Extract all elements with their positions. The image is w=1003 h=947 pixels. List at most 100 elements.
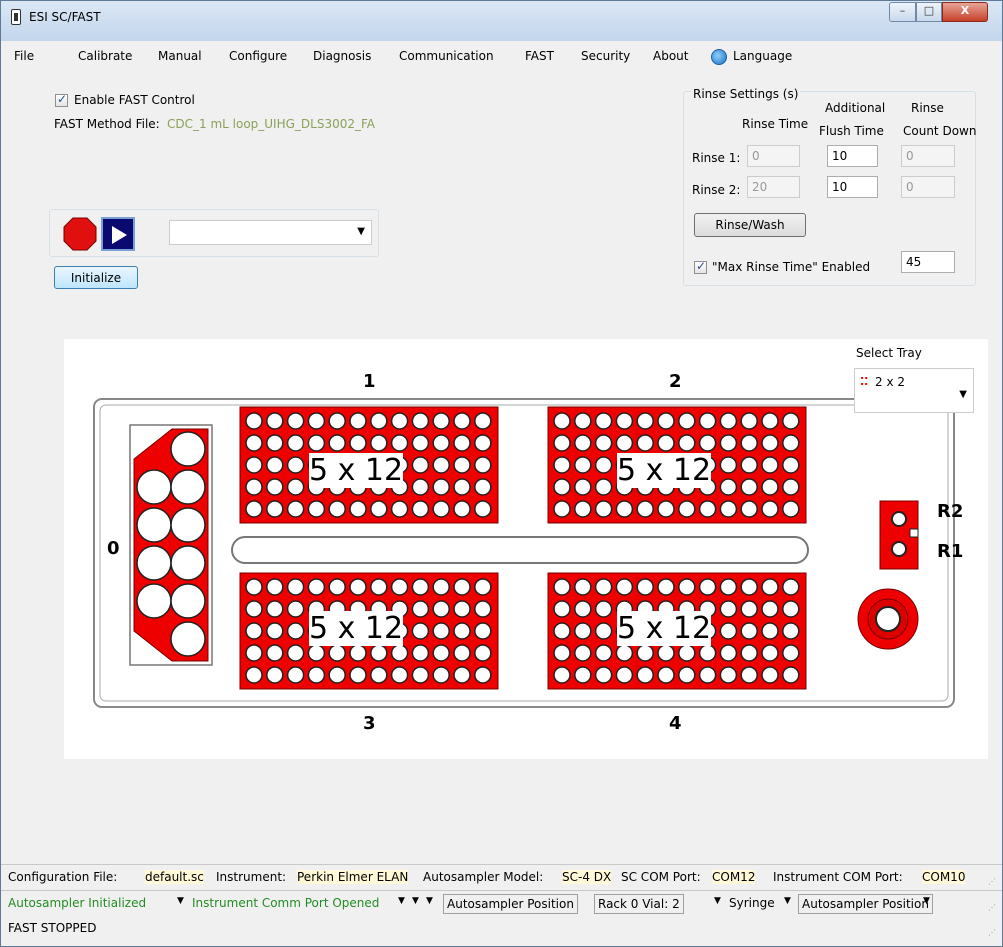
- vial: [432, 478, 450, 496]
- r2-label: R2: [937, 501, 964, 522]
- rack-2-size: 5 x 12: [617, 453, 712, 488]
- vial: [266, 644, 284, 662]
- initialize-button[interactable]: Initialize: [54, 266, 138, 289]
- vial: [636, 578, 654, 596]
- vial: [636, 434, 654, 452]
- vial: [453, 578, 471, 596]
- vial: [761, 500, 779, 518]
- vial: [474, 578, 492, 596]
- menu-configure[interactable]: Configure: [229, 49, 287, 63]
- menu-manual[interactable]: Manual: [158, 49, 202, 63]
- vial: [266, 622, 284, 640]
- vial: [266, 578, 284, 596]
- vial: [411, 456, 430, 474]
- tray-select[interactable]: ⁚⁚ 2 x 2 ▼: [854, 368, 974, 413]
- stop-icon[interactable]: [63, 217, 97, 251]
- rinse2-time-field[interactable]: 20: [747, 176, 800, 198]
- max-rinse-checkbox[interactable]: [694, 259, 707, 274]
- menu-language[interactable]: Language: [733, 49, 792, 63]
- enable-fast-label: Enable FAST Control: [74, 93, 195, 107]
- vial: [615, 666, 634, 684]
- rinse1-time-field[interactable]: 0: [747, 145, 800, 167]
- vial: [245, 434, 263, 452]
- vial: [453, 622, 471, 640]
- model-value: SC-4 DX: [562, 870, 612, 884]
- dropdown-arrow-icon[interactable]: ▼: [714, 896, 721, 906]
- vial: [594, 500, 613, 518]
- vial: [432, 578, 450, 596]
- vial: [761, 456, 779, 474]
- dropdown-arrow-icon[interactable]: ▼: [398, 896, 405, 906]
- vial: [307, 578, 326, 596]
- minimize-button[interactable]: –: [889, 2, 916, 22]
- dropdown-arrow-icon[interactable]: ▼: [923, 896, 930, 906]
- menu-communication[interactable]: Communication: [399, 49, 494, 63]
- vial: [761, 600, 779, 618]
- vial: [349, 666, 367, 684]
- play-icon[interactable]: [101, 217, 135, 251]
- vial: [411, 600, 430, 618]
- vial: [474, 666, 492, 684]
- vial: [574, 412, 592, 430]
- vial: [245, 666, 263, 684]
- vial: [719, 666, 738, 684]
- vial: [574, 666, 592, 684]
- vial: [678, 434, 696, 452]
- vial: [432, 500, 450, 518]
- rack-3-label: 3: [363, 713, 376, 734]
- vial: [432, 412, 450, 430]
- rinse2-flush-field[interactable]: 10: [827, 176, 878, 198]
- vial: [698, 644, 717, 662]
- menu-calibrate[interactable]: Calibrate: [78, 49, 132, 63]
- vial: [594, 600, 613, 618]
- rack-0-vial: [136, 469, 172, 505]
- instr-port-value: COM10: [922, 870, 966, 884]
- menu-security[interactable]: Security: [581, 49, 630, 63]
- rack-0-vial: [170, 507, 206, 543]
- vial: [719, 434, 738, 452]
- dropdown-arrow-icon[interactable]: ▼: [177, 896, 184, 906]
- close-button[interactable]: X: [942, 2, 988, 22]
- vial: [553, 622, 571, 640]
- dropdown-arrow-icon[interactable]: ▼: [412, 896, 419, 906]
- autosampler-status[interactable]: Autosampler Initialized: [8, 896, 146, 910]
- vial: [474, 412, 492, 430]
- rack-1-size: 5 x 12: [309, 453, 404, 488]
- rack-vial-box[interactable]: Rack 0 Vial: 2: [594, 894, 684, 914]
- menu-fast[interactable]: FAST: [525, 49, 554, 63]
- vial: [594, 644, 613, 662]
- enable-fast-checkbox[interactable]: [55, 92, 68, 107]
- vial: [553, 412, 571, 430]
- dropdown-arrow-icon[interactable]: ▼: [784, 896, 791, 906]
- menu-diagnosis[interactable]: Diagnosis: [313, 49, 371, 63]
- vial: [574, 600, 592, 618]
- vial: [307, 434, 326, 452]
- rinse-wash-button[interactable]: Rinse/Wash: [694, 213, 806, 237]
- method-select[interactable]: ▼: [169, 220, 372, 245]
- vial: [740, 478, 758, 496]
- vial: [553, 644, 571, 662]
- rinse2-label: Rinse 2:: [692, 183, 741, 197]
- vial: [474, 434, 492, 452]
- dropdown-arrow-icon[interactable]: ▼: [426, 896, 433, 906]
- rack-4-label: 4: [669, 713, 682, 734]
- vial: [432, 644, 450, 662]
- menu-file[interactable]: File: [14, 49, 34, 63]
- vial: [474, 644, 492, 662]
- vial: [307, 644, 326, 662]
- vial: [286, 434, 305, 452]
- max-rinse-label: "Max Rinse Time" Enabled: [712, 260, 871, 274]
- rinse1-flush-field[interactable]: 10: [827, 145, 878, 167]
- vial: [390, 500, 409, 518]
- vial: [553, 578, 571, 596]
- comm-status[interactable]: Instrument Comm Port Opened: [192, 896, 379, 910]
- menu-about[interactable]: About: [653, 49, 688, 63]
- max-rinse-field[interactable]: 45: [901, 251, 955, 273]
- syringe-status[interactable]: Syringe: [729, 896, 775, 910]
- vial: [698, 434, 717, 452]
- vial: [615, 644, 634, 662]
- resize-grip-icon: ⋰: [988, 928, 996, 937]
- rack-4-size: 5 x 12: [617, 611, 712, 646]
- vial: [761, 622, 779, 640]
- maximize-button[interactable]: □: [916, 2, 942, 22]
